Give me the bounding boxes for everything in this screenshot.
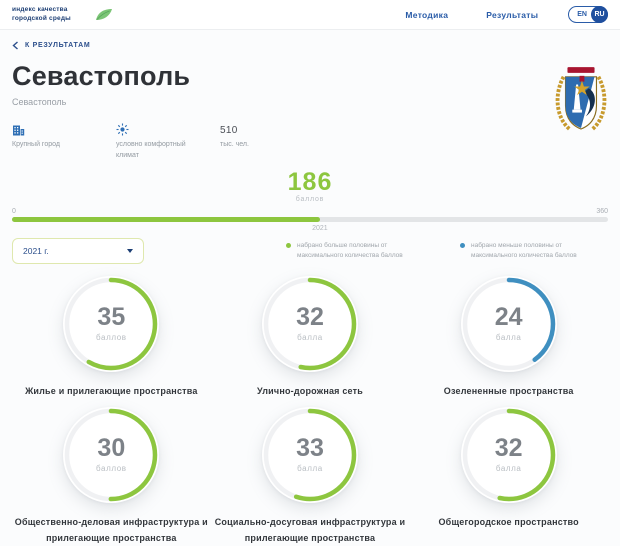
gauge-label: Улично-дорожная сеть: [257, 385, 363, 396]
gauge-value: 32: [494, 434, 523, 463]
nav-methodology[interactable]: Методика: [405, 10, 448, 20]
gauge-center: 35 баллов: [63, 276, 159, 372]
gauge-ring: 32 балла: [460, 406, 557, 503]
gauge-center: 32 балла: [262, 276, 358, 372]
building-icon: [12, 121, 116, 136]
year-dropdown[interactable]: 2021 г.: [12, 237, 144, 264]
chevron-left-icon: [12, 41, 18, 50]
sun-icon: [116, 121, 220, 136]
top-nav: Методика Результаты EN RU: [367, 6, 608, 23]
logo[interactable]: индекс качества городской среды: [12, 6, 113, 23]
lang-en-button[interactable]: EN: [577, 11, 587, 18]
year-dropdown-value: 2021 г.: [23, 245, 49, 256]
page-title: Севастополь: [12, 61, 191, 91]
total-score: 186 баллов: [12, 167, 608, 203]
coat-of-arms: [555, 67, 607, 131]
gauge-center: 24 балла: [461, 276, 557, 372]
fact-value: 510: [220, 125, 238, 136]
category-gauges: 35 баллов Жилье и прилегающие пространст…: [12, 275, 608, 546]
gauge-value: 30: [97, 434, 126, 463]
app-header: индекс качества городской среды Методика…: [0, 0, 620, 30]
gauge-ring: 32 балла: [261, 275, 358, 372]
main-content: Севастополь Севастополь Крупный город ус…: [0, 61, 620, 546]
fact-climate: условно комфортный климат: [116, 121, 220, 162]
language-toggle[interactable]: EN RU: [568, 6, 608, 23]
gauge-ring: 24 балла: [460, 275, 557, 372]
progress-min-label: 0: [12, 207, 16, 215]
logo-line-1: индекс качества: [12, 6, 68, 14]
progress-fill: [12, 216, 320, 222]
progress-max-label: 360: [596, 207, 608, 215]
gauge-unit: балла: [495, 464, 522, 474]
legend-label: набрано меньше половины от максимального…: [471, 241, 577, 260]
breadcrumb-back-link[interactable]: К РЕЗУЛЬТАТАМ: [0, 30, 102, 54]
gauge-card-business-infrastructure: 30 баллов Общественно-деловая инфраструк…: [12, 406, 211, 546]
legend-label: набрано больше половины от максимального…: [297, 241, 403, 260]
gauge-center: 30 баллов: [63, 407, 159, 503]
logo-text: индекс качества городской среды: [12, 6, 71, 23]
legend-dot-blue: [460, 242, 465, 248]
legend-item-below-half: набрано меньше половины от максимального…: [460, 241, 606, 262]
gauge-unit: балла: [297, 333, 323, 343]
fact-label: условно комфортный климат: [116, 141, 186, 159]
gauge-ring: 30 баллов: [63, 406, 160, 503]
gauge-value: 32: [296, 303, 324, 332]
gauge-card-housing: 35 баллов Жилье и прилегающие пространст…: [12, 275, 211, 399]
page-subtitle: Севастополь: [12, 97, 67, 107]
progress-year-label: 2021: [312, 224, 328, 232]
gauge-unit: баллов: [96, 333, 127, 343]
gauge-label: Общегородское пространство: [438, 516, 579, 527]
gauge-value: 24: [494, 303, 523, 332]
gauge-unit: балла: [297, 464, 323, 474]
gauge-unit: баллов: [96, 464, 127, 474]
gauge-ring: 35 баллов: [63, 275, 160, 372]
fact-population: 510 тыс. чел.: [220, 121, 249, 162]
gauge-label: Озелененные пространства: [443, 385, 574, 396]
total-score-unit: баллов: [295, 195, 325, 203]
gauge-unit: балла: [495, 333, 522, 343]
progress-track: 2021: [12, 216, 608, 232]
gauge-label: Жилье и прилегающие пространства: [25, 385, 198, 396]
nav-results[interactable]: Результаты: [486, 10, 538, 20]
legend: набрано больше половины от максимального…: [286, 238, 606, 262]
total-score-value: 186: [287, 167, 333, 196]
gauge-card-leisure-infrastructure: 33 балла Социально-досуговая инфраструкт…: [211, 406, 410, 546]
progress-scale-labels: 0 360: [12, 208, 608, 215]
city-facts: Крупный город условно комфортный климат …: [12, 121, 608, 162]
gauge-center: 32 балла: [461, 407, 557, 503]
gauge-value: 35: [97, 303, 126, 332]
controls-row: 2021 г. набрано больше половины от макси…: [12, 237, 608, 264]
gauge-ring: 33 балла: [261, 406, 358, 503]
lang-ru-button[interactable]: RU: [591, 6, 608, 23]
gauge-value: 33: [296, 434, 324, 463]
gauge-label: Общественно-деловая инфраструктура и при…: [14, 516, 208, 544]
gauge-center: 33 балла: [262, 407, 358, 503]
gauge-label: Социально-досуговая инфраструктура и при…: [214, 516, 406, 544]
fact-city-size: Крупный город: [12, 121, 116, 162]
breadcrumb-label: К РЕЗУЛЬТАТАМ: [25, 42, 91, 49]
leaf-icon: [95, 8, 113, 21]
legend-dot-green: [286, 242, 291, 248]
gauge-card-streets: 32 балла Улично-дорожная сеть: [211, 275, 410, 399]
fact-label: тыс. чел.: [220, 141, 249, 148]
logo-line-2: городской среды: [12, 14, 71, 22]
gauge-card-green-spaces: 24 балла Озелененные пространства: [409, 275, 608, 399]
legend-item-above-half: набрано больше половины от максимального…: [286, 241, 432, 262]
gauge-card-citywide-space: 32 балла Общегородское пространство: [409, 406, 608, 546]
chevron-down-icon: [127, 248, 133, 253]
score-progress: 0 360 2021: [12, 208, 608, 232]
fact-label: Крупный город: [12, 141, 60, 148]
